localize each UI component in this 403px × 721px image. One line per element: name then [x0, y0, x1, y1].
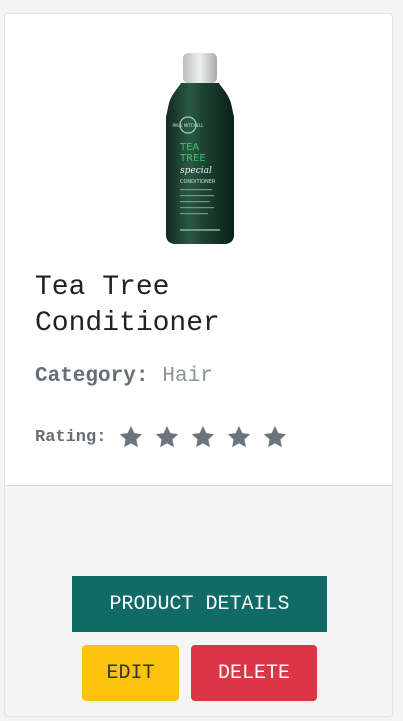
category-value: Hair [162, 365, 213, 388]
product-image: PAUL MITCHELL TEA TREE special CONDITION… [166, 53, 234, 244]
star-icon [156, 425, 179, 448]
star-icon [264, 425, 287, 448]
bottle-line4-text: CONDITIONER [180, 179, 216, 185]
bottle-brand-text: PAUL MITCHELL [173, 123, 205, 128]
product-title: Tea Tree Conditioner [35, 272, 220, 339]
category-row: Category: Hair [35, 365, 213, 388]
card-footer: PRODUCT DETAILS EDIT DELETE [5, 486, 392, 716]
bottle-line3-text: special [180, 166, 212, 176]
product-card: PAUL MITCHELL TEA TREE special CONDITION… [4, 13, 393, 717]
rating-stars [118, 424, 298, 450]
star-icon [120, 425, 143, 448]
bottle-line2-text: TREE [179, 153, 206, 164]
product-details-button[interactable]: PRODUCT DETAILS [72, 576, 327, 632]
bottle-line1-text: TEA [179, 142, 199, 153]
category-label: Category: [35, 365, 149, 388]
rating-label: Rating: [35, 427, 107, 447]
delete-button[interactable]: DELETE [191, 645, 317, 701]
star-icon [192, 425, 215, 448]
rating-row: Rating: [35, 424, 298, 450]
star-icon [228, 425, 251, 448]
edit-button[interactable]: EDIT [82, 645, 179, 701]
